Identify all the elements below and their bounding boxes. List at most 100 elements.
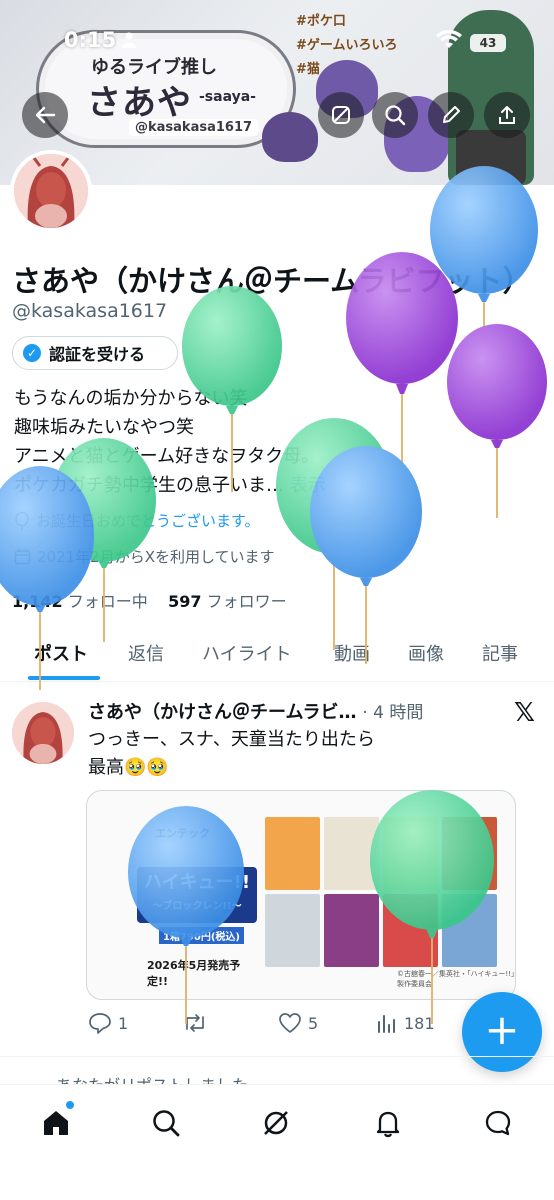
joined-date: 2021年2月からXを利用しています (37, 548, 275, 566)
promo-brand: エンテック (155, 827, 210, 840)
reply-button[interactable]: 1 (88, 1012, 128, 1034)
nav-messages[interactable] (478, 1103, 518, 1143)
promo-price: 1箱790円(税込) (159, 927, 244, 944)
balloon-icon (15, 511, 29, 530)
profile-tabs: ポスト 返信 ハイライト 動画 画像 記事 (0, 626, 554, 682)
character-tile (265, 817, 320, 890)
media-copyright: ©古舘春一／集英社・「ハイキュー!!」製作委員会 (397, 970, 515, 988)
nav-home[interactable] (36, 1101, 76, 1143)
message-icon (485, 1110, 511, 1136)
birthday-text: お誕生日おめで (36, 512, 142, 530)
post-actions: 1 5 181 (86, 1012, 456, 1040)
character-tile (442, 817, 497, 890)
edit-profile-button[interactable] (428, 92, 474, 138)
person-icon (122, 32, 136, 52)
character-tile (265, 894, 320, 967)
nav-notifications[interactable] (368, 1103, 408, 1143)
verified-badge-icon: ✓ (23, 344, 41, 362)
repost-button[interactable] (182, 1012, 208, 1034)
post-divider (0, 1056, 554, 1057)
share-button[interactable] (484, 92, 530, 138)
home-icon (44, 1111, 68, 1135)
status-time: 0:15 (64, 28, 117, 52)
nav-explore[interactable] (146, 1103, 186, 1143)
tab-articles[interactable]: 記事 (482, 640, 518, 666)
views-button[interactable]: 181 (376, 1012, 435, 1034)
tab-highlights[interactable]: ハイライト (202, 640, 292, 666)
banner-romaji: -saaya- (199, 89, 256, 105)
view-count: 181 (404, 1013, 435, 1033)
grok-button[interactable] (318, 92, 364, 138)
heart-icon (279, 1013, 301, 1033)
following-label: フォロー中 (67, 592, 148, 611)
bio-line: 趣味垢みたいなやつ笑 (14, 417, 194, 438)
promo-title-text: ハイキュー!! (143, 872, 251, 893)
post-text: つっきー、スナ、天童当たり出たら 最高🥹🥹 (88, 726, 375, 782)
active-tab-indicator (28, 676, 100, 680)
search-icon (153, 1110, 180, 1137)
search-icon (385, 105, 406, 126)
post-author-name[interactable]: さあや（かけさん＠チームラビ… (88, 702, 357, 723)
joined-row: 2021年2月からXを利用しています (14, 546, 275, 567)
bio-line: アニメと猫とゲーム好きなヲタク母。 (14, 446, 320, 467)
avatar-illustration (14, 154, 88, 228)
birthday-link[interactable]: とうございます。 (141, 512, 260, 530)
character-tile (324, 894, 379, 967)
post-text-line: つっきー、スナ、天童当たり出たら (88, 729, 375, 750)
tab-videos[interactable]: 動画 (334, 640, 370, 666)
notification-dot (66, 1101, 74, 1109)
compose-post-button[interactable]: + (462, 992, 542, 1072)
promo-subtitle: ～ブロックレン!!～ (152, 901, 242, 912)
promo-panel: エンテック ハイキュー!! ～ブロックレン!!～ 1箱790円(税込) 2026… (107, 807, 257, 988)
followers-label: フォロワー (206, 592, 287, 611)
banner-name: さあや (87, 83, 192, 123)
balloon-purple (447, 324, 547, 518)
get-verified-button[interactable]: ✓ 認証を受ける (12, 336, 178, 370)
search-button[interactable] (372, 92, 418, 138)
bio-line: ポケカガチ勢中学生の息子いま… (14, 475, 284, 496)
bottom-navigation (0, 1084, 554, 1200)
reply-count: 1 (118, 1013, 129, 1033)
wifi-icon (436, 29, 462, 54)
banner-ghost-illustration (262, 112, 318, 162)
like-count: 5 (308, 1013, 319, 1033)
nav-grok[interactable] (256, 1103, 296, 1143)
post-time: · 4 時間 (362, 703, 424, 723)
back-button[interactable] (22, 92, 68, 138)
banner-character-skirt (456, 130, 526, 185)
followers-count: 597 (168, 592, 202, 611)
like-button[interactable]: 5 (278, 1012, 318, 1034)
plus-icon: + (484, 1005, 520, 1054)
post-author-avatar[interactable] (12, 702, 74, 764)
tab-photos[interactable]: 画像 (408, 640, 444, 666)
follow-stats: 1,142 フォロー中 597 フォロワー (12, 588, 287, 612)
profile-bio: もうなんの垢か分からない笑 趣味垢みたいなやつ笑 アニメと猫とゲーム好きなヲタク… (14, 384, 326, 500)
followers-link[interactable]: 597 フォロワー (168, 592, 287, 611)
tab-posts[interactable]: ポスト (34, 640, 88, 666)
character-tile (383, 817, 438, 890)
post-header: さあや（かけさん＠チームラビ… · 4 時間 (88, 698, 423, 724)
status-bar: 0:15 43 (0, 24, 554, 60)
tab-replies[interactable]: 返信 (128, 640, 164, 666)
post-text-line: 最高🥹🥹 (88, 757, 169, 778)
battery-indicator: 43 (470, 34, 506, 52)
bio-show-more-link[interactable]: 表示 (290, 475, 326, 496)
banner-handle: @kasakasa1617 (129, 119, 259, 136)
character-tile (324, 817, 379, 890)
x-logo-icon: 𝕏 (514, 698, 535, 728)
character-grid (265, 817, 497, 967)
bio-line: もうなんの垢か分からない笑 (14, 388, 248, 409)
share-icon (499, 106, 515, 124)
analytics-icon (378, 1015, 395, 1033)
birthday-row: お誕生日おめでとうございます。 (14, 510, 260, 531)
pencil-icon (443, 106, 460, 123)
reply-icon (89, 1013, 111, 1034)
profile-avatar[interactable] (10, 150, 92, 232)
bell-icon (376, 1111, 400, 1138)
repost-hint-text: あなたがリポストしました (56, 1072, 248, 1084)
promo-release-date: 2026年5月発売予定!! (147, 959, 241, 988)
following-link[interactable]: 1,142 フォロー中 (12, 592, 148, 611)
profile-handle: @kasakasa1617 (12, 300, 168, 322)
calendar-icon (14, 549, 31, 565)
post-media-image[interactable]: エンテック ハイキュー!! ～ブロックレン!!～ 1箱790円(税込) 2026… (86, 790, 516, 1000)
